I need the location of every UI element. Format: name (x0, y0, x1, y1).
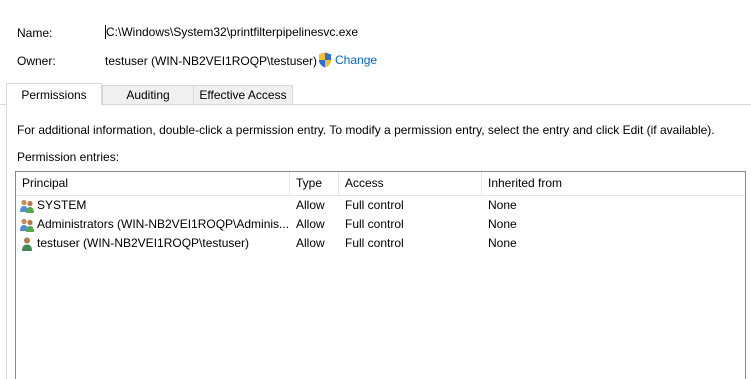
name-label: Name: (17, 26, 53, 40)
column-header-access[interactable]: Access (339, 172, 482, 195)
group-users-icon (20, 218, 34, 232)
owner-label: Owner: (17, 54, 56, 68)
list-header: Principal Type Access Inherited from (16, 172, 745, 196)
principal-name: testuser (WIN-NB2VEI1ROQP\testuser) (37, 236, 250, 250)
permission-row[interactable]: testuser (WIN-NB2VEI1ROQP\testuser) Allo… (16, 234, 745, 253)
owner-value: testuser (WIN-NB2VEI1ROQP\testuser) (105, 54, 318, 68)
change-owner-link[interactable]: Change (318, 52, 377, 68)
principal-name: Administrators (WIN-NB2VEI1ROQP\Adminis.… (37, 217, 290, 231)
column-header-type[interactable]: Type (290, 172, 339, 195)
principal-name: SYSTEM (37, 198, 87, 212)
entry-access: Full control (345, 217, 404, 231)
entry-type: Allow (296, 217, 325, 231)
name-value: C:\Windows\System32\printfilterpipelines… (106, 25, 359, 39)
info-text: For additional information, double-click… (17, 123, 715, 137)
entry-access: Full control (345, 198, 404, 212)
tab-permissions[interactable]: Permissions (6, 83, 102, 105)
entry-inherited-from: None (488, 236, 517, 250)
change-link-label: Change (335, 53, 378, 67)
column-header-principal[interactable]: Principal (16, 172, 290, 195)
permission-row[interactable]: SYSTEM Allow Full control None (16, 196, 745, 215)
permission-row[interactable]: Administrators (WIN-NB2VEI1ROQP\Adminis.… (16, 215, 745, 234)
permission-entries-label: Permission entries: (17, 150, 120, 164)
permission-entries-list[interactable]: Principal Type Access Inherited from SYS… (15, 171, 746, 379)
entry-type: Allow (296, 236, 325, 250)
entry-access: Full control (345, 236, 404, 250)
group-users-icon (20, 199, 34, 213)
tab-effective-access[interactable]: Effective Access (193, 85, 293, 104)
entry-inherited-from: None (488, 217, 517, 231)
single-user-icon (22, 237, 32, 251)
entry-type: Allow (296, 198, 325, 212)
column-header-inherited-from[interactable]: Inherited from (482, 172, 745, 195)
tab-auditing[interactable]: Auditing (102, 85, 194, 104)
entry-inherited-from: None (488, 198, 517, 212)
uac-shield-icon (319, 52, 331, 68)
name-field[interactable]: C:\Windows\System32\printfilterpipelines… (105, 25, 358, 39)
